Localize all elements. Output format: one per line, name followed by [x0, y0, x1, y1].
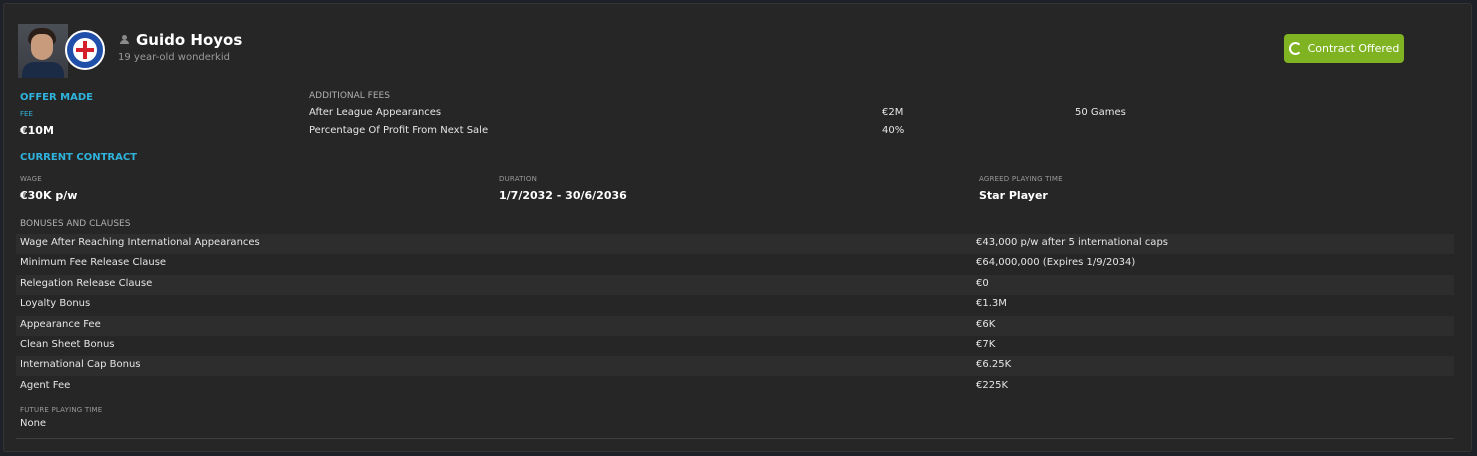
duration-label: DURATION: [499, 175, 538, 183]
table-row: International Cap Bonus €6.25K: [16, 356, 1454, 376]
additional-fee-condition: 50 Games: [1075, 107, 1126, 118]
player-photo[interactable]: [18, 24, 68, 78]
current-contract-heading: CURRENT CONTRACT: [20, 152, 137, 163]
playing-time-value: Star Player: [979, 189, 1048, 202]
future-playing-time-label: FUTURE PLAYING TIME: [20, 406, 103, 414]
clause-name: Appearance Fee: [20, 319, 101, 330]
divider: [16, 438, 1454, 439]
club-crest[interactable]: [65, 30, 105, 70]
person-icon: [120, 35, 129, 44]
clause-value: €7K: [976, 339, 996, 350]
additional-fee-name: Percentage Of Profit From Next Sale: [309, 125, 489, 136]
clause-name: Clean Sheet Bonus: [20, 339, 115, 350]
clause-value: €225K: [976, 380, 1009, 391]
table-row: Minimum Fee Release Clause €64,000,000 (…: [16, 254, 1454, 274]
wage-value: €30K p/w: [20, 189, 78, 202]
table-row: Loyalty Bonus €1.3M: [16, 295, 1454, 315]
wage-label: WAGE: [20, 175, 42, 183]
refresh-icon: [1288, 42, 1302, 55]
table-row: Clean Sheet Bonus €7K: [16, 336, 1454, 356]
table-row: Wage After Reaching International Appear…: [16, 234, 1454, 254]
contract-offered-label: Contract Offered: [1307, 42, 1400, 55]
contract-offered-button[interactable]: Contract Offered: [1284, 34, 1404, 63]
additional-fees-heading: ADDITIONAL FEES: [309, 91, 390, 101]
player-name[interactable]: Guido Hoyos: [136, 31, 242, 49]
clause-value: €64,000,000 (Expires 1/9/2034): [976, 257, 1136, 268]
duration-value: 1/7/2032 - 30/6/2036: [499, 189, 627, 202]
clause-name: Agent Fee: [20, 380, 71, 391]
clause-name: Loyalty Bonus: [20, 298, 91, 309]
clause-value: €0: [976, 278, 989, 289]
table-row: Agent Fee €225K: [16, 377, 1454, 397]
clause-value: €6.25K: [976, 359, 1012, 370]
additional-fee-amount: 40%: [882, 125, 905, 136]
offer-made-heading: OFFER MADE: [20, 92, 93, 103]
future-playing-time-value: None: [20, 418, 47, 429]
additional-fee-amount: €2M: [882, 107, 904, 118]
clause-name: Minimum Fee Release Clause: [20, 257, 167, 268]
clause-name: Relegation Release Clause: [20, 278, 153, 289]
player-subtitle: 19 year-old wonderkid: [118, 52, 230, 63]
bonuses-heading: BONUSES AND CLAUSES: [20, 219, 131, 229]
table-row: Appearance Fee €6K: [16, 316, 1454, 336]
clause-value: €43,000 p/w after 5 international caps: [976, 237, 1168, 248]
fee-label: FEE: [20, 110, 33, 118]
additional-fee-name: After League Appearances: [309, 107, 442, 118]
clause-value: €1.3M: [976, 298, 1007, 309]
clause-name: International Cap Bonus: [20, 359, 141, 370]
clause-name: Wage After Reaching International Appear…: [20, 237, 260, 248]
playing-time-label: AGREED PLAYING TIME: [979, 175, 1063, 183]
fee-value: €10M: [20, 124, 54, 137]
table-row: Relegation Release Clause €0: [16, 275, 1454, 295]
clause-value: €6K: [976, 319, 996, 330]
